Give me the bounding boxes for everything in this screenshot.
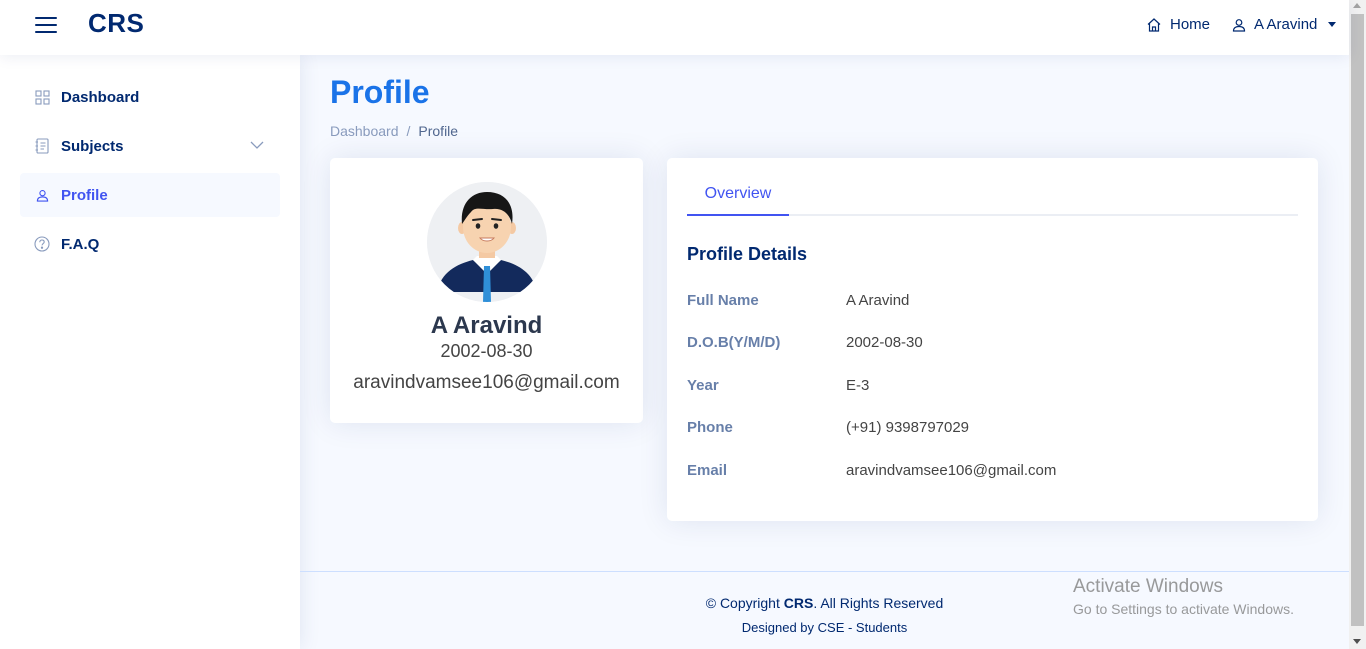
designed-by: Designed by CSE - Students: [741, 620, 908, 635]
detail-label: D.O.B(Y/M/D): [687, 334, 781, 351]
scroll-thumb[interactable]: [1351, 14, 1364, 626]
breadcrumb-dashboard-link[interactable]: Dashboard: [330, 123, 399, 139]
tab-overview[interactable]: Overview: [687, 178, 789, 216]
breadcrumb-separator: /: [406, 123, 411, 139]
profile-dob: 2002-08-30: [440, 341, 533, 361]
breadcrumb-current: Profile: [418, 123, 459, 139]
sidebar-item-faq[interactable]: F.A.Q: [20, 222, 280, 266]
menu-toggle-icon[interactable]: [35, 15, 57, 35]
scroll-down-arrow-icon[interactable]: [1353, 639, 1361, 644]
watermark-subtitle: Go to Settings to activate Windows.: [1073, 601, 1294, 617]
copyright-brand: CRS: [783, 595, 814, 611]
detail-value: (+91) 9398797029: [846, 419, 970, 436]
person-icon: [34, 187, 50, 203]
question-circle-icon: [34, 236, 50, 252]
caret-down-icon: [1328, 22, 1337, 27]
avatar: [427, 182, 547, 302]
activation-watermark: Activate Windows Go to Settings to activ…: [1073, 576, 1294, 617]
sidebar-item-profile[interactable]: Profile: [20, 173, 280, 217]
sidebar-item-subjects[interactable]: Subjects: [20, 124, 280, 168]
sidebar: Dashboard Subjects Profile F.A.Q: [0, 55, 300, 649]
sidebar-item-label: Profile: [61, 186, 108, 204]
chevron-down-icon[interactable]: [250, 138, 264, 152]
vertical-scrollbar[interactable]: [1349, 0, 1366, 649]
detail-value: aravindvamsee106@gmail.com: [846, 462, 1057, 479]
detail-value: E-3: [846, 377, 870, 394]
watermark-title: Activate Windows: [1073, 576, 1223, 597]
person-icon: [1232, 18, 1246, 32]
tab-bar: Overview: [687, 178, 1298, 216]
detail-value: A Aravind: [846, 292, 910, 309]
detail-label: Full Name: [687, 292, 759, 309]
details-title: Profile Details: [687, 244, 808, 264]
journal-icon: [34, 138, 50, 154]
user-name-label: A Aravind: [1254, 16, 1318, 33]
top-header: CRS Home A Aravind: [0, 0, 1349, 55]
nav-home-link[interactable]: Home: [1146, 16, 1210, 33]
detail-value: 2002-08-30: [846, 334, 923, 351]
detail-label: Phone: [687, 419, 733, 436]
copyright-suffix: . All Rights Reserved: [813, 595, 944, 611]
sidebar-item-label: F.A.Q: [61, 235, 100, 253]
sidebar-item-label: Dashboard: [61, 88, 140, 106]
nav-home-label: Home: [1170, 16, 1211, 33]
scroll-up-arrow-icon[interactable]: [1353, 3, 1361, 8]
breadcrumb: Dashboard / Profile: [330, 123, 458, 139]
page-title: Profile: [330, 74, 430, 110]
detail-label: Year: [687, 377, 719, 394]
house-icon: [1147, 17, 1161, 32]
sidebar-item-label: Subjects: [61, 137, 124, 155]
profile-card: A Aravind 2002-08-30 aravindvamsee106@gm…: [330, 158, 643, 423]
app-logo[interactable]: CRS: [88, 8, 144, 39]
profile-email: aravindvamsee106@gmail.com: [353, 372, 620, 393]
detail-label: Email: [687, 462, 728, 479]
grid-icon: [34, 89, 50, 105]
profile-name: A Aravind: [430, 312, 543, 339]
sidebar-item-dashboard[interactable]: Dashboard: [20, 75, 280, 119]
copyright-prefix: © Copyright: [705, 595, 780, 611]
profile-details-card: Overview Profile Details Full Name A Ara…: [667, 158, 1318, 521]
user-dropdown[interactable]: A Aravind: [1232, 16, 1337, 33]
